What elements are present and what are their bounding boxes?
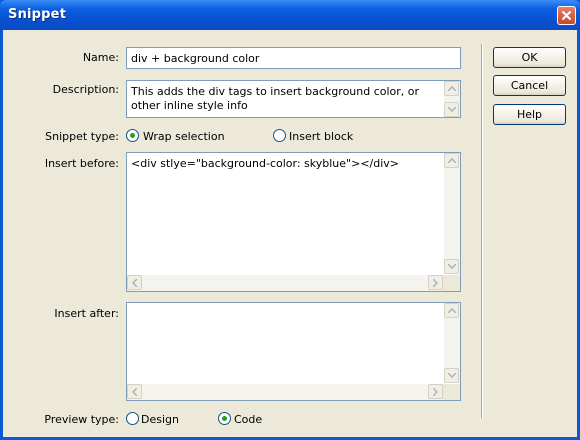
description-label: Description: xyxy=(52,83,119,96)
scroll-corner xyxy=(443,384,460,400)
arrow-left-icon xyxy=(132,388,137,396)
scroll-right-button[interactable] xyxy=(428,384,443,399)
arrow-right-icon xyxy=(433,279,438,287)
cancel-button[interactable]: Cancel xyxy=(493,75,566,96)
close-icon xyxy=(561,10,572,21)
insert-before-vscrollbar[interactable] xyxy=(444,153,460,274)
arrow-down-icon xyxy=(448,264,456,269)
arrow-up-icon xyxy=(448,308,456,313)
name-label: Name: xyxy=(82,51,119,64)
arrow-down-icon xyxy=(448,107,456,112)
arrow-left-icon xyxy=(132,279,137,287)
vertical-separator xyxy=(481,44,483,418)
window-title: Snippet xyxy=(8,7,67,22)
scroll-left-button[interactable] xyxy=(127,384,142,399)
radio-selected-dot xyxy=(130,133,135,138)
title-bar[interactable]: Snippet xyxy=(0,0,580,30)
description-vscrollbar[interactable] xyxy=(444,81,460,117)
wrap-selection-label[interactable]: Wrap selection xyxy=(143,130,225,143)
insert-block-label[interactable]: Insert block xyxy=(289,130,353,143)
insert-before-hscrollbar[interactable] xyxy=(127,275,443,291)
snippet-dialog: Snippet Name: div + background color Des… xyxy=(0,0,580,440)
description-field-value: This adds the div tags to insert backgro… xyxy=(131,85,423,112)
close-button[interactable] xyxy=(557,6,576,25)
name-field[interactable]: div + background color xyxy=(126,47,461,69)
radio-selected-dot xyxy=(222,416,227,421)
help-button[interactable]: Help xyxy=(493,104,566,125)
scroll-corner xyxy=(443,275,460,291)
ok-button[interactable]: OK xyxy=(493,47,566,68)
arrow-up-icon xyxy=(448,158,456,163)
scroll-down-button[interactable] xyxy=(444,102,459,117)
code-radio[interactable] xyxy=(218,412,231,425)
insert-after-label: Insert after: xyxy=(54,307,119,320)
scroll-down-button[interactable] xyxy=(444,368,459,383)
scroll-down-button[interactable] xyxy=(444,259,459,274)
arrow-up-icon xyxy=(448,86,456,91)
insert-after-hscrollbar[interactable] xyxy=(127,384,443,400)
description-field[interactable]: This adds the div tags to insert backgro… xyxy=(126,80,461,118)
design-label[interactable]: Design xyxy=(141,413,179,426)
arrow-down-icon xyxy=(448,373,456,378)
scroll-up-button[interactable] xyxy=(444,81,459,96)
name-field-value: div + background color xyxy=(131,52,260,65)
dialog-body: Name: div + background color Description… xyxy=(3,30,577,437)
arrow-right-icon xyxy=(433,388,438,396)
insert-after-vscrollbar[interactable] xyxy=(444,303,460,383)
design-radio[interactable] xyxy=(126,412,139,425)
code-label[interactable]: Code xyxy=(234,413,262,426)
preview-type-label: Preview type: xyxy=(44,413,119,426)
scroll-up-button[interactable] xyxy=(444,303,459,318)
insert-after-field[interactable] xyxy=(126,302,461,401)
scroll-up-button[interactable] xyxy=(444,153,459,168)
insert-block-radio[interactable] xyxy=(273,129,286,142)
insert-before-label: Insert before: xyxy=(44,157,119,170)
snippet-type-label: Snippet type: xyxy=(45,130,119,143)
scroll-right-button[interactable] xyxy=(428,275,443,290)
insert-before-field[interactable]: <div stlye="background-color: skyblue"><… xyxy=(126,152,461,292)
insert-before-value: <div stlye="background-color: skyblue"><… xyxy=(131,157,400,170)
wrap-selection-radio[interactable] xyxy=(126,129,139,142)
scroll-left-button[interactable] xyxy=(127,275,142,290)
